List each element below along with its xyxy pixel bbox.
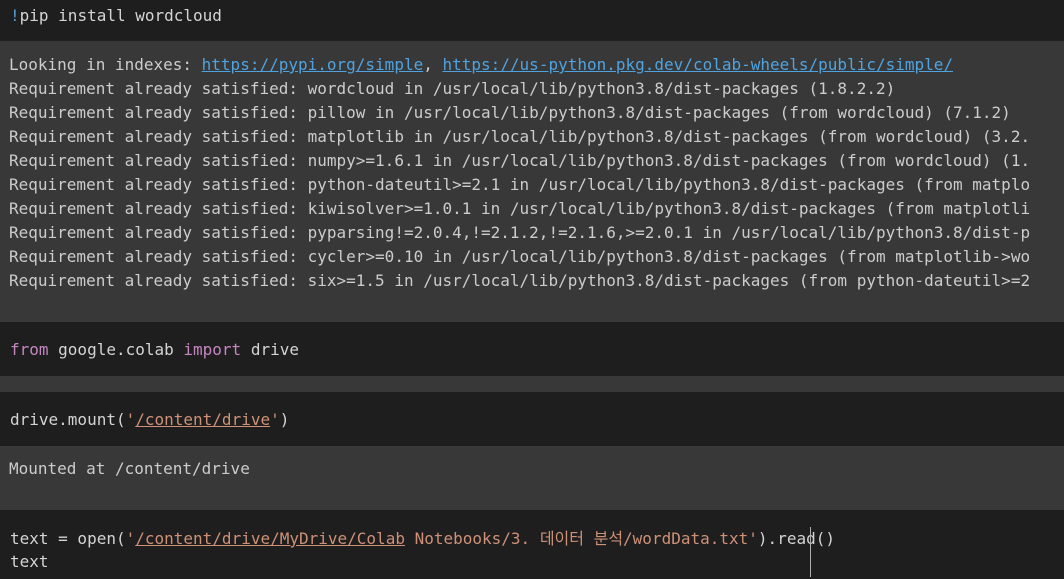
- read-line-suffix: ).read(): [757, 529, 835, 548]
- code-line[interactable]: text: [10, 551, 1064, 573]
- index-link-pypi[interactable]: https://pypi.org/simple: [202, 55, 424, 74]
- code-cell-read[interactable]: text = open('/content/drive/MyDrive/Cola…: [0, 510, 1064, 579]
- quote-close: ': [270, 410, 280, 429]
- indexes-prefix: Looking in indexes:: [9, 55, 202, 74]
- output-line: Requirement already satisfied: cycler>=0…: [9, 247, 1031, 266]
- mount-call-suffix: ): [279, 410, 290, 429]
- quote-close: ': [748, 529, 758, 548]
- keyword-from: from: [10, 340, 49, 359]
- import-name: drive: [241, 340, 299, 359]
- mount-path-link[interactable]: /content/drive: [135, 410, 270, 429]
- quote-open: ': [125, 410, 136, 429]
- output-line: Requirement already satisfied: python-da…: [9, 175, 1031, 194]
- code-line[interactable]: from google.colab import drive: [10, 338, 1064, 362]
- output-line: Requirement already satisfied: pyparsing…: [9, 223, 1031, 242]
- code-cell-pip[interactable]: !pip install wordcloud: [0, 0, 1064, 41]
- output-line: Requirement already satisfied: pillow in…: [9, 103, 1011, 122]
- output-mount: Mounted at /content/drive: [0, 446, 1064, 510]
- index-link-colab-wheels[interactable]: https://us-python.pkg.dev/colab-wheels/p…: [442, 55, 953, 74]
- mount-call: drive.mount(: [10, 410, 126, 429]
- keyword-import: import: [183, 340, 242, 359]
- code-line[interactable]: text = open('/content/drive/MyDrive/Cola…: [10, 527, 1064, 551]
- output-line: Requirement already satisfied: kiwisolve…: [9, 199, 1031, 218]
- shell-bang: !: [10, 6, 20, 25]
- output-pip: Looking in indexes: https://pypi.org/sim…: [0, 41, 1064, 322]
- output-line: Requirement already satisfied: matplotli…: [9, 127, 1031, 146]
- notebook: !pip install wordcloud Looking in indexe…: [0, 0, 1064, 579]
- index-separator: ,: [423, 55, 443, 74]
- file-path-link[interactable]: /content/drive/MyDrive/Colab: [135, 529, 405, 548]
- text-cursor: [810, 527, 811, 577]
- file-path-rest: Notebooks/3. 데이터 분석/wordData.txt: [404, 529, 749, 548]
- code-line[interactable]: !pip install wordcloud: [10, 4, 1064, 28]
- output-line: Mounted at /content/drive: [9, 459, 250, 478]
- quote-open: ': [125, 529, 136, 548]
- output-line: Requirement already satisfied: six>=1.5 …: [9, 271, 1031, 290]
- output-line-indexes: Looking in indexes: https://pypi.org/sim…: [9, 53, 1064, 77]
- module-name: google.colab: [48, 340, 184, 359]
- code-line[interactable]: drive.mount('/content/drive'): [10, 408, 1064, 432]
- output-line: Requirement already satisfied: numpy>=1.…: [9, 151, 1031, 170]
- output-line: Requirement already satisfied: wordcloud…: [9, 79, 896, 98]
- code-cell-mount[interactable]: drive.mount('/content/drive'): [0, 392, 1064, 446]
- pip-command: pip install wordcloud: [19, 6, 222, 25]
- read-line-prefix: text = open(: [10, 529, 126, 548]
- code-cell-import[interactable]: from google.colab import drive: [0, 322, 1064, 376]
- cell-separator: [0, 376, 1064, 392]
